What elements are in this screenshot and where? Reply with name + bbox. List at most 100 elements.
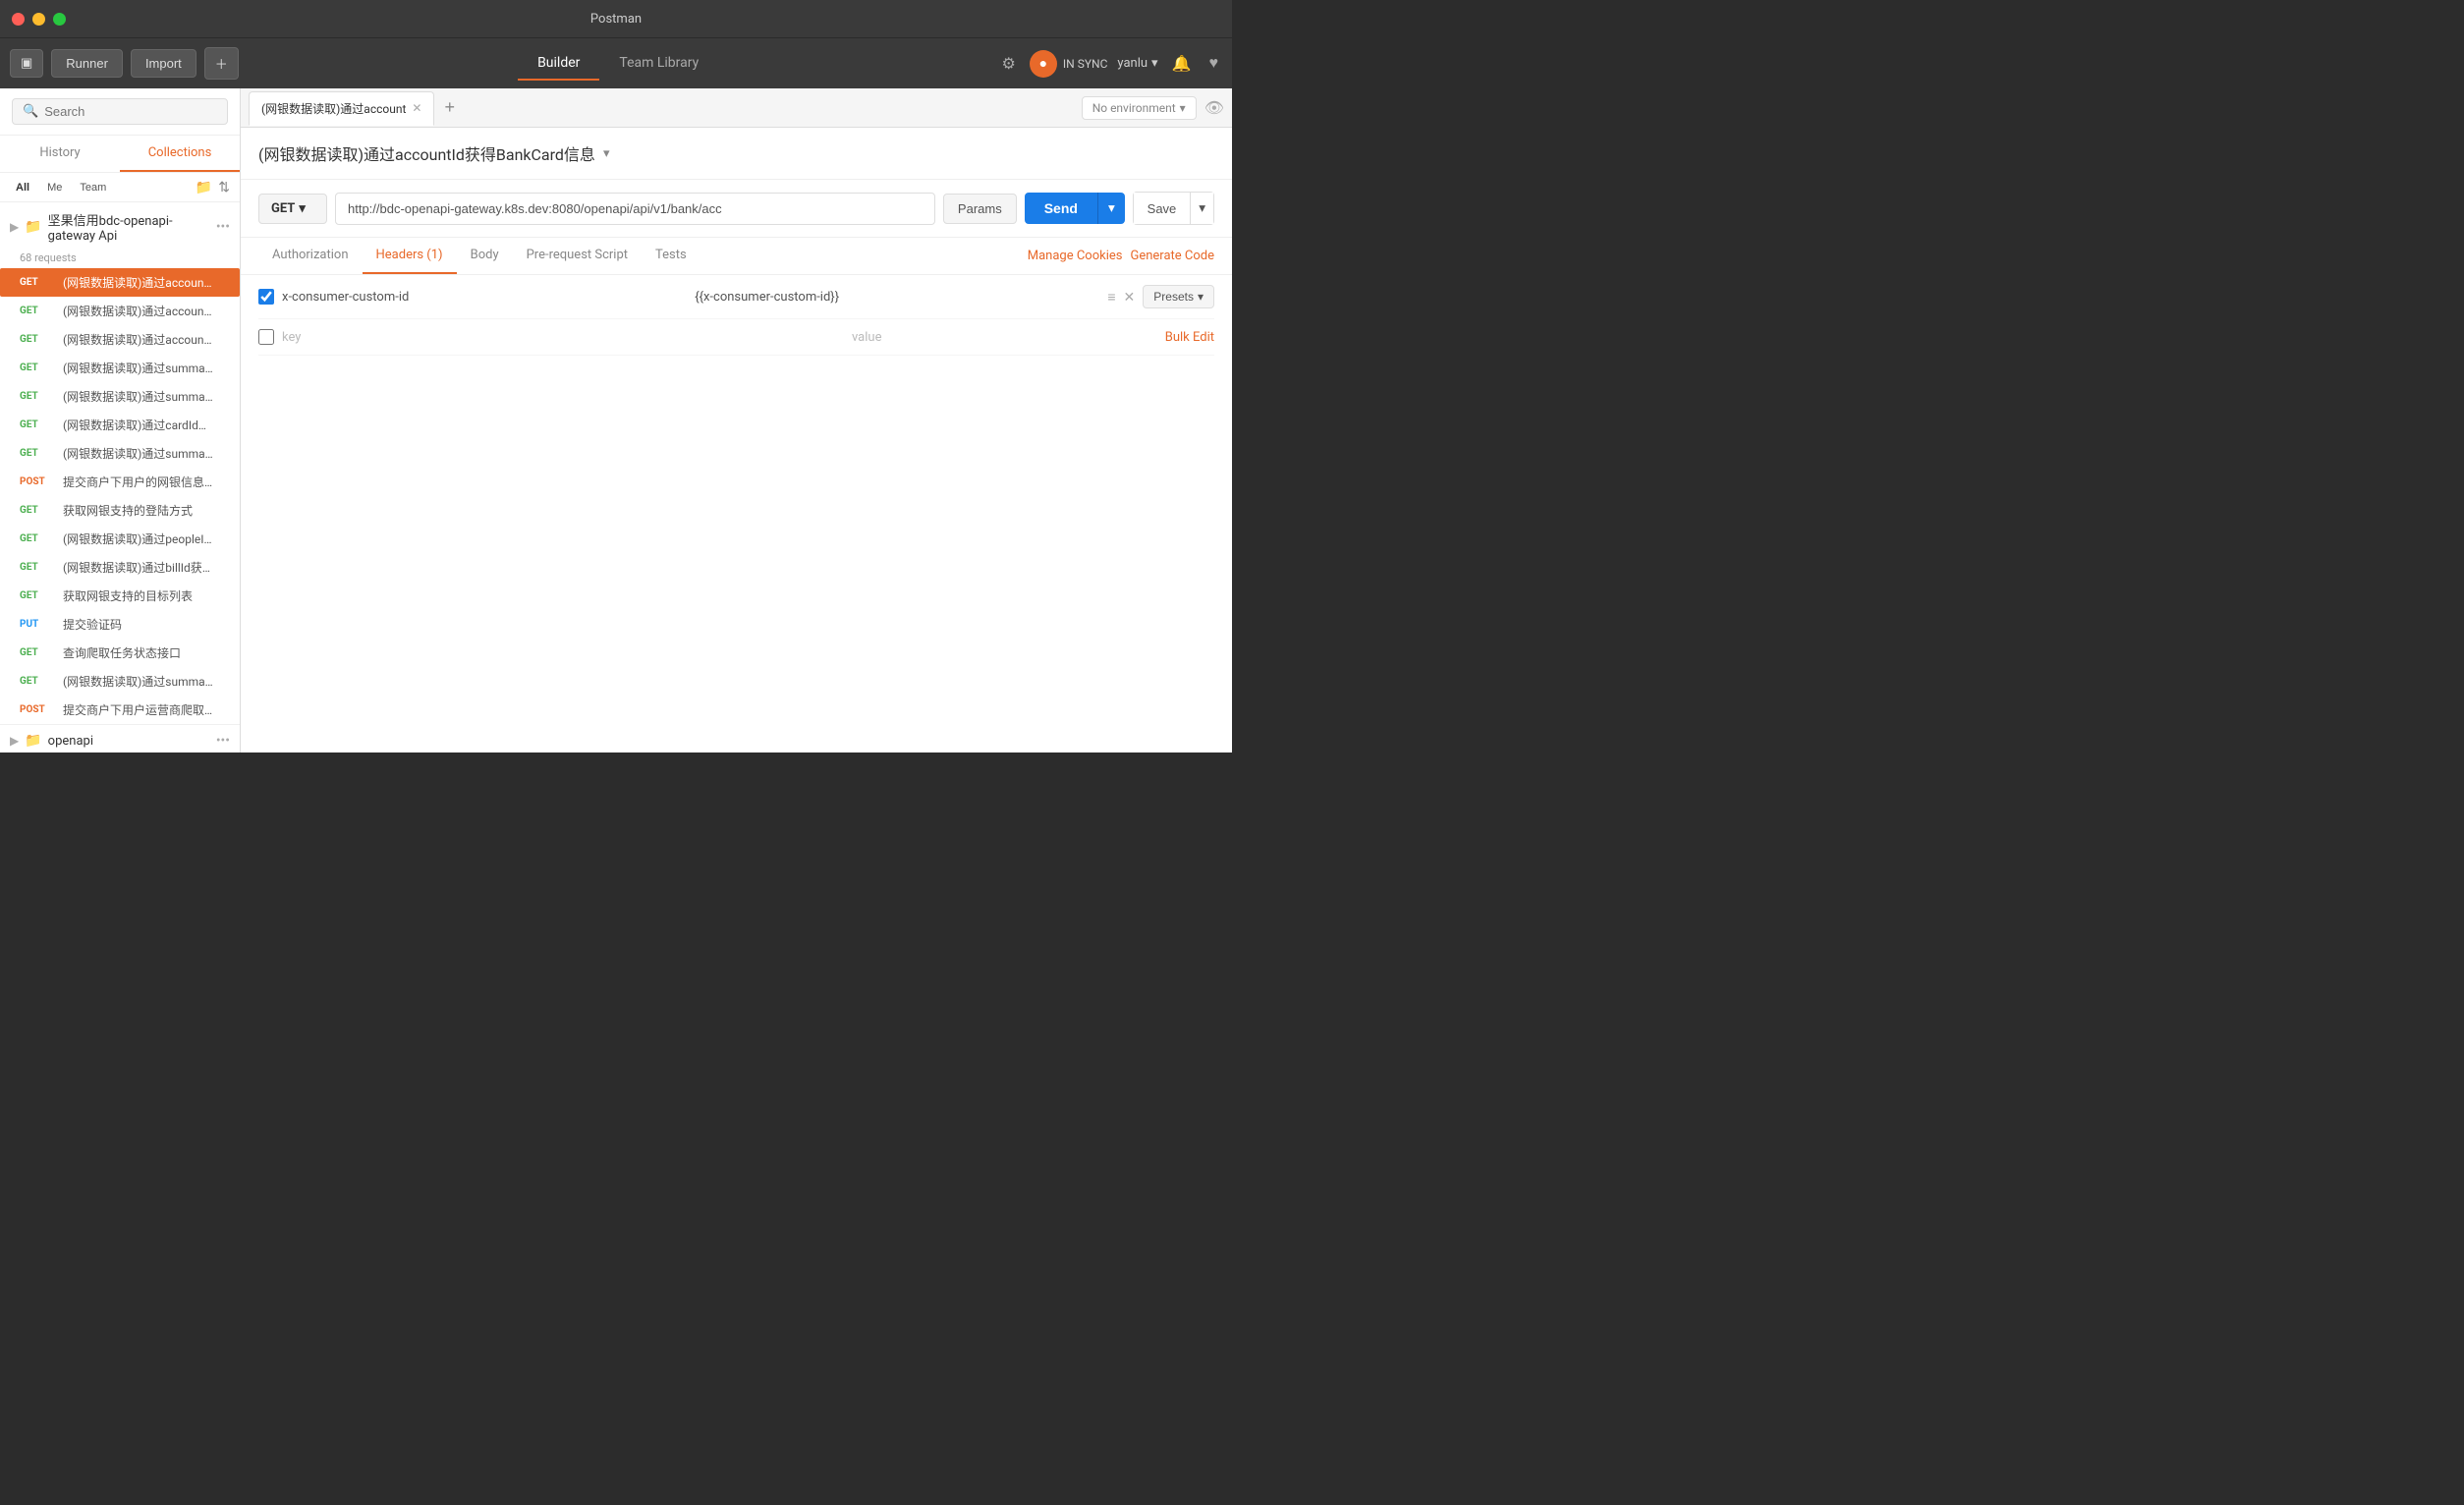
collection-more-jigu[interactable]: ••• <box>216 219 230 235</box>
save-dropdown-button[interactable]: ▾ <box>1191 192 1214 225</box>
save-button[interactable]: Save <box>1133 192 1192 225</box>
close-button[interactable] <box>12 13 25 26</box>
header-menu-icon[interactable]: ≡ <box>1107 289 1115 305</box>
request-item[interactable]: POST 提交商户下用户的网银信息抓取任务 <box>0 468 240 496</box>
filter-team-button[interactable]: Team <box>74 180 112 195</box>
user-dropdown[interactable]: yanlu ▾ <box>1117 56 1157 71</box>
presets-dropdown-icon: ▾ <box>1198 290 1204 304</box>
send-dropdown-button[interactable]: ▾ <box>1097 193 1125 224</box>
tab-authorization[interactable]: Authorization <box>258 238 363 274</box>
collection-header-openapi[interactable]: ▶ 📁 openapi ••• <box>0 725 240 752</box>
request-name: (网银数据读取)通过peopleId获得people信息 <box>63 530 215 547</box>
tab-close-icon[interactable]: ✕ <box>412 101 421 115</box>
tab-builder[interactable]: Builder <box>518 47 599 81</box>
filter-me-button[interactable]: Me <box>41 180 68 195</box>
method-badge-get: GET <box>20 448 55 459</box>
bulk-edit-link[interactable]: Bulk Edit <box>1165 330 1214 345</box>
filter-bar: All Me Team 📁 ⇅ <box>0 173 240 202</box>
collection-list: ▶ 📁 坚果信用bdc-openapi-gateway Api ••• 68 r… <box>0 202 240 752</box>
method-badge-get: GET <box>20 391 55 402</box>
toolbar-right: ⚙ ● IN SYNC yanlu ▾ 🔔 ♥ <box>998 50 1222 78</box>
method-badge-get: GET <box>20 277 55 288</box>
tab-tests[interactable]: Tests <box>642 238 700 274</box>
url-input[interactable] <box>335 193 935 225</box>
save-button-group: Save ▾ <box>1133 192 1214 225</box>
request-tab-active[interactable]: (网银数据读取)通过account ✕ <box>249 91 434 126</box>
send-button[interactable]: Send <box>1025 193 1097 224</box>
heart-icon[interactable]: ♥ <box>1205 51 1223 77</box>
collection-item-openapi: ▶ 📁 openapi ••• <box>0 725 240 752</box>
request-item[interactable]: GET (网银数据读取)通过accountId查询个人银行卡信... <box>0 325 240 354</box>
notifications-icon[interactable]: 🔔 <box>1168 50 1196 78</box>
search-bar: 🔍 <box>0 88 240 136</box>
import-button[interactable]: Import <box>131 49 196 78</box>
request-name: (网银数据读取)通过billId获得BankShoppingRec... <box>63 559 215 576</box>
header-checkbox[interactable] <box>258 289 274 305</box>
headers-table: x-consumer-custom-id {{x-consumer-custom… <box>241 275 1232 356</box>
request-item[interactable]: GET (网银数据读取)通过accountId获得BankCard信息 <box>0 268 240 297</box>
sidebar-toggle-button[interactable]: ▣ <box>10 49 43 78</box>
request-item[interactable]: GET (网银数据读取)通过summaryId获得BankBillSu... <box>0 439 240 468</box>
presets-button[interactable]: Presets ▾ <box>1143 285 1214 308</box>
request-item[interactable]: GET (网银数据读取)通过billId获得BankShoppingRec... <box>0 553 240 582</box>
request-item[interactable]: GET 获取网银支持的登陆方式 <box>0 496 240 525</box>
eye-icon[interactable]: 👁 <box>1204 98 1224 118</box>
tab-pre-request-script[interactable]: Pre-request Script <box>513 238 642 274</box>
request-item[interactable]: PUT 提交验证码 <box>0 610 240 639</box>
request-option-tabs: Authorization Headers (1) Body Pre-reque… <box>241 238 1232 275</box>
request-item[interactable]: GET (网银数据读取)通过summaryId获得BankCard列... <box>0 382 240 411</box>
request-item[interactable]: GET (网银数据读取)通过cardId获得BankCard信息 <box>0 411 240 439</box>
titlebar: Postman <box>0 0 1232 37</box>
collection-header-jigu[interactable]: ▶ 📁 坚果信用bdc-openapi-gateway Api ••• <box>0 202 240 251</box>
params-button[interactable]: Params <box>943 194 1017 224</box>
maximize-button[interactable] <box>53 13 66 26</box>
request-title-bar: (网银数据读取)通过accountId获得BankCard信息 ▾ <box>241 128 1232 180</box>
chevron-down-icon: ▾ <box>1180 101 1186 115</box>
url-bar: GET ▾ Params Send ▾ Save ▾ <box>241 180 1232 238</box>
request-item[interactable]: GET (网银数据读取)通过summaryId获得银行账单摘... <box>0 667 240 696</box>
minimize-button[interactable] <box>32 13 45 26</box>
filter-all-button[interactable]: All <box>10 180 35 195</box>
request-name: (网银数据读取)通过accountId获得BankCard信息 <box>63 274 215 291</box>
request-item[interactable]: POST 提交商户下用户运营商爬取任务 <box>0 696 240 724</box>
tab-team-library[interactable]: Team Library <box>599 47 718 81</box>
tab-body[interactable]: Body <box>457 238 513 274</box>
generate-code-link[interactable]: Generate Code <box>1130 249 1214 263</box>
value-placeholder: value <box>852 330 882 345</box>
header-checkbox-new[interactable] <box>258 329 274 345</box>
search-input[interactable] <box>44 104 217 119</box>
method-select[interactable]: GET ▾ <box>258 194 327 224</box>
runner-button[interactable]: Runner <box>51 49 123 78</box>
window-title: Postman <box>590 12 642 27</box>
request-item[interactable]: GET (网银数据读取)通过peopleId获得people信息 <box>0 525 240 553</box>
tab-history[interactable]: History <box>0 136 120 172</box>
new-collection-icon[interactable]: 📁 <box>196 179 212 195</box>
request-item[interactable]: GET (网银数据读取)通过accountId查询账户信息 <box>0 297 240 325</box>
manage-cookies-link[interactable]: Manage Cookies <box>1028 249 1123 263</box>
collection-more-openapi[interactable]: ••• <box>216 733 230 749</box>
tab-headers[interactable]: Headers (1) <box>363 238 457 274</box>
add-tab-button[interactable]: + <box>438 97 461 118</box>
request-item[interactable]: GET 查询爬取任务状态接口 <box>0 639 240 667</box>
title-dropdown-icon[interactable]: ▾ <box>603 146 610 161</box>
method-badge-get: GET <box>20 419 55 430</box>
settings-icon[interactable]: ⚙ <box>998 50 1020 78</box>
chevron-down-icon: ▾ <box>1151 56 1158 71</box>
method-badge-get: GET <box>20 362 55 373</box>
tab-collections[interactable]: Collections <box>120 136 240 172</box>
request-item[interactable]: GET (网银数据读取)通过summaryId获得BankBill列... <box>0 354 240 382</box>
method-badge-put: PUT <box>20 619 55 630</box>
user-label: yanlu <box>1117 56 1148 71</box>
panel-tabs: History Collections <box>0 136 240 173</box>
request-name: (网银数据读取)通过accountId查询个人银行卡信... <box>63 331 215 348</box>
header-delete-icon[interactable]: ✕ <box>1124 289 1136 306</box>
request-name: 提交验证码 <box>63 616 122 633</box>
request-item[interactable]: GET 获取网银支持的目标列表 <box>0 582 240 610</box>
header-value: {{x-consumer-custom-id}} <box>695 290 1099 305</box>
sort-icon[interactable]: ⇅ <box>218 179 230 195</box>
method-badge-get: GET <box>20 306 55 316</box>
environment-select[interactable]: No environment ▾ <box>1082 96 1197 120</box>
traffic-lights <box>12 13 66 26</box>
new-tab-button[interactable]: ＋ <box>204 47 239 80</box>
header-key: x-consumer-custom-id <box>282 290 687 305</box>
